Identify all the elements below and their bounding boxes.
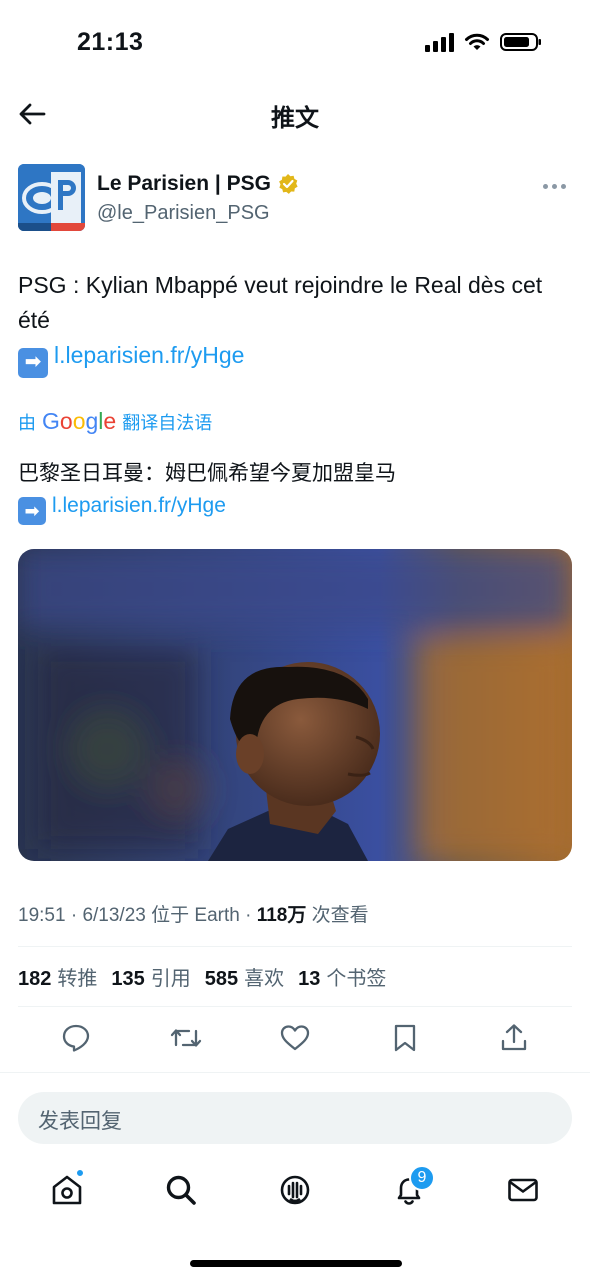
engagement-stats: 182 转推 135 引用 585 喜欢 13 个书签 (18, 962, 386, 991)
like-count[interactable]: 585 喜欢 (205, 962, 284, 991)
le-parisien-logo-icon (18, 164, 85, 231)
status-time: 21:13 (77, 28, 144, 56)
tweet-text: PSG : Kylian Mbappé veut rejoindre le Re… (18, 268, 572, 378)
verified-badge-icon (279, 174, 298, 194)
retweet-button[interactable] (168, 1018, 204, 1058)
notification-badge: 9 (409, 1165, 435, 1191)
arrow-right-icon: ➡ (18, 347, 48, 378)
tweet-photo[interactable] (18, 549, 572, 861)
tweet-actions (20, 1018, 570, 1062)
tweet-link[interactable]: l.leparisien.fr/yHge (54, 342, 244, 368)
search-icon (166, 1175, 196, 1205)
tab-spaces[interactable] (265, 1160, 325, 1220)
google-logo-icon: Google (42, 408, 117, 434)
bottom-tab-bar: 9 (0, 1160, 590, 1224)
player-photo (18, 549, 572, 861)
tab-search[interactable] (151, 1160, 211, 1220)
view-count: 118万 (256, 905, 307, 926)
like-icon (280, 1025, 310, 1051)
quote-count[interactable]: 135 引用 (111, 962, 190, 991)
status-icons (425, 32, 542, 52)
tweet-meta: 19:51 · 6/13/23 位于 Earth · 118万 次查看 (18, 905, 369, 926)
translated-text: 巴黎圣日耳曼：姆巴佩希望今夏加盟皇马 ➡ l.leparisien.fr/yHge (18, 458, 572, 525)
home-indicator[interactable] (190, 1260, 402, 1267)
cellular-signal-icon (425, 32, 454, 52)
share-icon (501, 1024, 527, 1051)
nav-bar: 推文 (0, 88, 590, 140)
tab-notifications[interactable]: 9 (379, 1160, 439, 1220)
bookmark-count[interactable]: 13 个书签 (298, 962, 386, 991)
more-options-button[interactable] (538, 174, 570, 198)
like-button[interactable] (277, 1018, 313, 1058)
tab-home[interactable] (37, 1160, 97, 1220)
home-icon (52, 1175, 82, 1205)
divider (18, 1006, 572, 1007)
share-button[interactable] (496, 1018, 532, 1058)
spaces-icon (280, 1175, 310, 1205)
status-bar: 21:13 (0, 0, 590, 88)
reply-placeholder: 发表回复 (38, 1110, 122, 1133)
translate-attribution[interactable]: 由 Google 翻译自法语 (18, 408, 212, 435)
tab-messages[interactable] (493, 1160, 553, 1220)
page-title: 推文 (271, 105, 319, 132)
retweet-icon (170, 1029, 201, 1047)
divider (18, 946, 572, 947)
bookmark-icon (394, 1024, 415, 1052)
author-handle: @le_Parisien_PSG (97, 202, 270, 224)
author-name[interactable]: Le Parisien | PSG (97, 172, 271, 196)
translated-link[interactable]: l.leparisien.fr/yHge (52, 494, 226, 517)
reply-input[interactable]: 发表回复 (18, 1092, 572, 1144)
bookmark-button[interactable] (387, 1018, 423, 1058)
messages-icon (508, 1178, 538, 1202)
home-unread-dot (75, 1168, 85, 1178)
translated-body: 巴黎圣日耳曼：姆巴佩希望今夏加盟皇马 (18, 462, 396, 485)
wifi-icon (465, 33, 489, 50)
avatar[interactable] (18, 164, 85, 231)
divider (0, 1072, 590, 1080)
retweet-count[interactable]: 182 转推 (18, 962, 97, 991)
arrow-right-icon: ➡ (18, 497, 46, 525)
reply-icon (62, 1024, 90, 1052)
reply-button[interactable] (58, 1018, 94, 1058)
battery-icon (500, 33, 541, 51)
tweet-body: PSG : Kylian Mbappé veut rejoindre le Re… (18, 272, 543, 333)
tweet-author: Le Parisien | PSG @le_Parisien_PSG (18, 164, 572, 234)
